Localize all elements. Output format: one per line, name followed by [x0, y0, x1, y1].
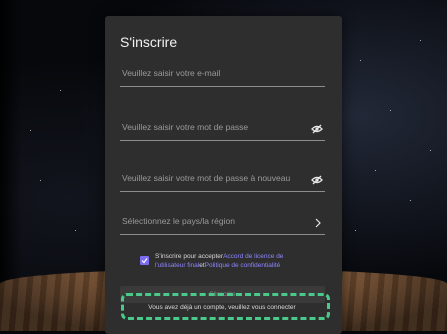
page-title: S'inscrire: [120, 34, 178, 50]
country-selector[interactable]: Sélectionnez le pays/la région: [120, 216, 325, 235]
password-field[interactable]: Veuillez saisir votre mot de passe: [120, 122, 325, 141]
privacy-policy-link[interactable]: Politique de confidentialité: [205, 262, 281, 269]
password-confirm-field[interactable]: Veuillez saisir votre mot de passe à nou…: [120, 173, 325, 192]
email-placeholder: Veuillez saisir votre e-mail: [122, 68, 221, 78]
checkmark-icon: [141, 258, 148, 264]
password-confirm-placeholder: Veuillez saisir votre mot de passe à nou…: [122, 173, 291, 183]
eye-slash-icon[interactable]: [311, 172, 323, 185]
terms-checkbox[interactable]: [140, 256, 149, 265]
signup-panel: S'inscrire Veuillez saisir votre e-mail …: [105, 16, 342, 334]
chevron-right-icon: [311, 215, 323, 228]
country-placeholder: Sélectionnez le pays/la région: [122, 216, 235, 226]
terms-prefix: S'inscrire pour accepter: [155, 253, 224, 260]
terms-text: S'inscrire pour accepterAccord de licenc…: [155, 252, 315, 270]
highlight-box: [121, 293, 330, 320]
email-field[interactable]: Veuillez saisir votre e-mail: [120, 68, 325, 87]
eye-slash-icon[interactable]: [311, 121, 323, 134]
password-placeholder: Veuillez saisir votre mot de passe: [122, 122, 249, 132]
